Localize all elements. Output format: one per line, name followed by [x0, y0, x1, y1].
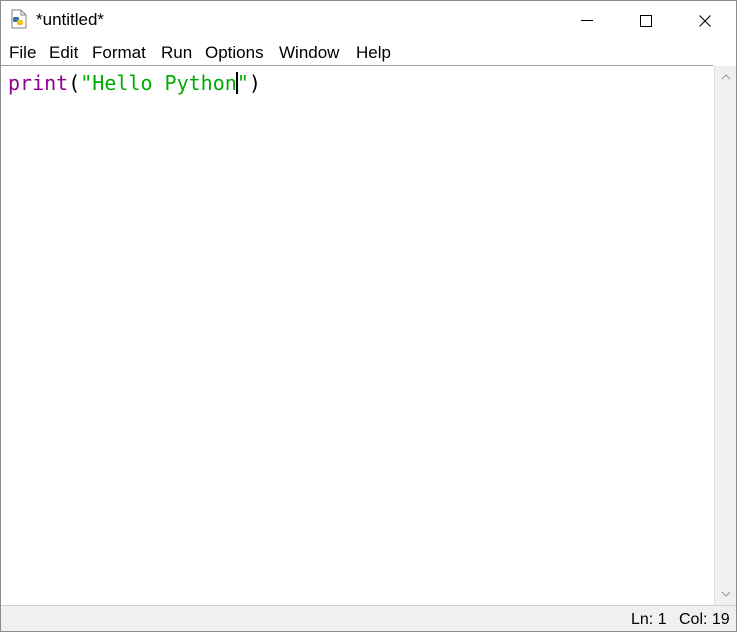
- code-editor[interactable]: print("Hello Python"): [1, 65, 713, 606]
- maximize-button[interactable]: [616, 1, 676, 40]
- vertical-scrollbar[interactable]: [714, 66, 736, 605]
- status-bar: Ln: 1 Col: 19: [1, 605, 736, 631]
- code-line-1[interactable]: print("Hello Python"): [8, 71, 261, 95]
- scroll-down-button[interactable]: [715, 585, 736, 605]
- maximize-icon: [640, 14, 652, 27]
- scroll-up-button[interactable]: [715, 68, 736, 88]
- chevron-down-icon: [721, 591, 731, 597]
- idle-editor-window: *untitled* File Edit Format Run Options …: [0, 0, 737, 632]
- builtin-print: print: [8, 71, 69, 95]
- title-bar[interactable]: *untitled*: [1, 1, 736, 40]
- open-paren: (: [68, 71, 81, 95]
- status-line-number: Ln: 1: [631, 611, 667, 628]
- menu-bar: File Edit Format Run Options Window Help: [1, 40, 736, 65]
- menu-window[interactable]: Window: [279, 43, 339, 63]
- menu-options[interactable]: Options: [205, 43, 264, 63]
- close-icon: [699, 14, 711, 27]
- menu-edit[interactable]: Edit: [49, 43, 78, 63]
- close-button[interactable]: [675, 1, 735, 40]
- string-literal-end: ": [236, 71, 249, 95]
- window-title: *untitled*: [36, 10, 105, 29]
- menu-format[interactable]: Format: [92, 43, 146, 63]
- status-column-number: Col: 19: [679, 611, 730, 628]
- minimize-icon: [581, 19, 593, 21]
- string-literal-start: "Hello Python: [80, 71, 237, 95]
- menu-help[interactable]: Help: [356, 43, 391, 63]
- menu-file[interactable]: File: [9, 43, 36, 63]
- minimize-button[interactable]: [557, 1, 617, 40]
- menu-run[interactable]: Run: [161, 43, 192, 63]
- chevron-up-icon: [721, 74, 731, 80]
- python-file-icon: [10, 9, 28, 29]
- close-paren: ): [248, 71, 261, 95]
